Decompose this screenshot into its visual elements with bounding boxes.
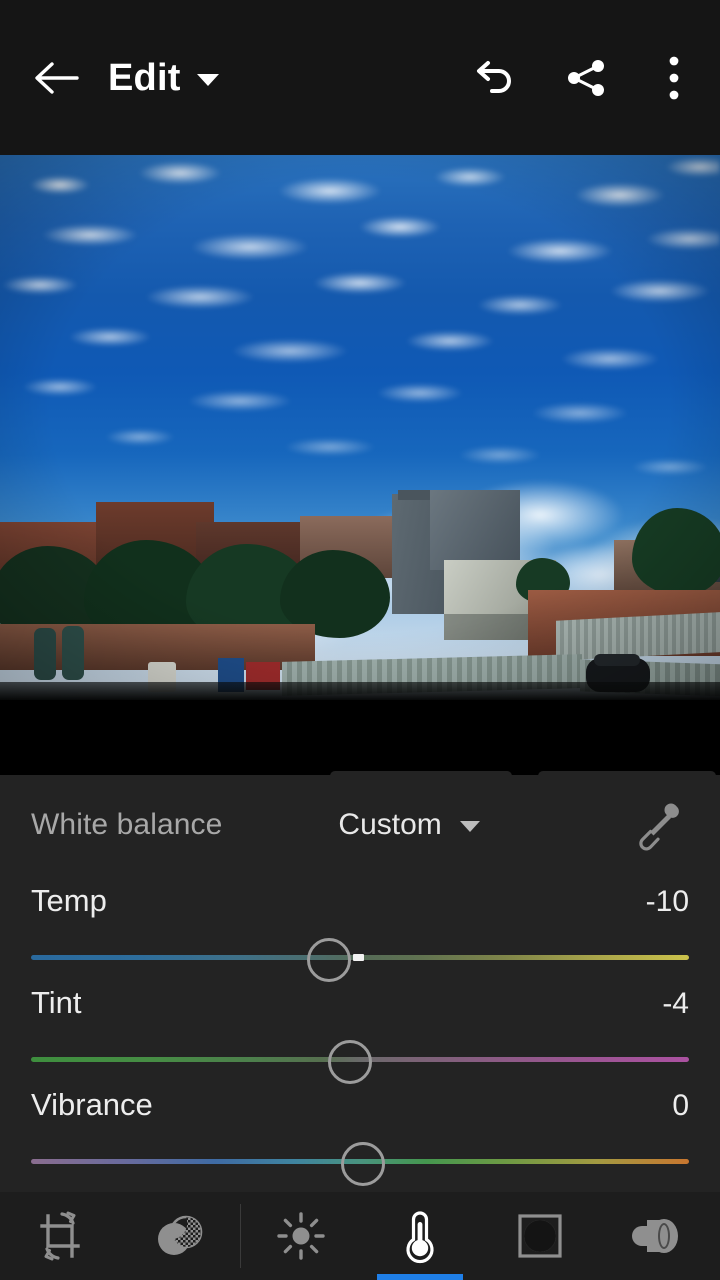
share-icon (568, 59, 604, 96)
light-sun-icon (276, 1212, 325, 1260)
slider-temp-value: -10 (645, 885, 689, 918)
page-title: Edit (108, 56, 181, 99)
white-balance-value: Custom (338, 808, 442, 841)
white-balance-row: White balance Custom (0, 781, 720, 869)
slider-vibrance-track-wrap[interactable] (31, 1142, 689, 1186)
slider-temp: Temp -10 (0, 883, 720, 982)
chevron-down-icon (459, 821, 480, 832)
top-bar-actions (448, 30, 720, 126)
edit-tools-toolbar (0, 1192, 720, 1280)
slider-tint: Tint -4 (0, 985, 720, 1084)
slider-vibrance: Vibrance 0 (0, 1087, 720, 1186)
active-tab-indicator (377, 1274, 464, 1280)
kebab-menu-icon (669, 56, 679, 99)
slider-vibrance-value: 0 (672, 1089, 689, 1122)
tool-detail[interactable] (600, 1192, 720, 1280)
white-balance-label: White balance (31, 808, 223, 841)
tool-light[interactable] (241, 1192, 361, 1280)
eyedropper-icon (639, 803, 679, 851)
photo-preview-area[interactable] (0, 155, 720, 775)
crop-rotate-icon (40, 1211, 80, 1261)
slider-vibrance-knob[interactable] (341, 1142, 385, 1186)
tool-effects[interactable] (480, 1192, 600, 1280)
back-button[interactable] (8, 30, 104, 126)
slider-tint-track-wrap[interactable] (31, 1040, 689, 1084)
slider-tint-header: Tint -4 (31, 985, 689, 1021)
chevron-down-icon (196, 73, 219, 86)
tool-color[interactable] (360, 1192, 480, 1280)
tool-presets[interactable] (120, 1192, 240, 1280)
slider-temp-label: Temp (31, 883, 107, 918)
slider-tint-label: Tint (31, 985, 82, 1020)
top-app-bar: Edit (0, 0, 720, 155)
color-thermometer-icon (406, 1211, 434, 1264)
slider-vibrance-label: Vibrance (31, 1087, 153, 1122)
tool-crop-rotate[interactable] (0, 1192, 120, 1280)
slider-temp-header: Temp -10 (31, 883, 689, 919)
share-button[interactable] (540, 30, 632, 126)
undo-button[interactable] (448, 30, 540, 126)
panel-top-edge (0, 771, 720, 776)
slider-temp-track-wrap[interactable] (31, 938, 689, 982)
eyedropper-button[interactable] (626, 793, 690, 857)
edit-mode-dropdown[interactable]: Edit (108, 59, 219, 97)
photo-editor-screen: Edit White balance Custom Temp -10 Tint … (0, 0, 720, 1280)
more-options-button[interactable] (632, 30, 716, 126)
white-balance-dropdown[interactable]: Custom (338, 808, 480, 842)
edited-photo[interactable] (0, 155, 720, 700)
cityscape-layer (0, 480, 720, 700)
detail-lens-icon (632, 1219, 679, 1253)
color-adjust-panel: White balance Custom Temp -10 Tint -4 Vi… (0, 771, 720, 1280)
slider-tint-value: -4 (662, 987, 689, 1020)
undo-icon (477, 60, 511, 93)
effects-vignette-icon (518, 1214, 562, 1258)
slider-temp-knob[interactable] (306, 938, 351, 982)
slider-tint-knob[interactable] (328, 1040, 373, 1084)
presets-icon (157, 1215, 203, 1255)
back-arrow-icon (35, 61, 79, 94)
slider-temp-center-tick (352, 954, 364, 961)
slider-vibrance-header: Vibrance 0 (31, 1087, 689, 1123)
